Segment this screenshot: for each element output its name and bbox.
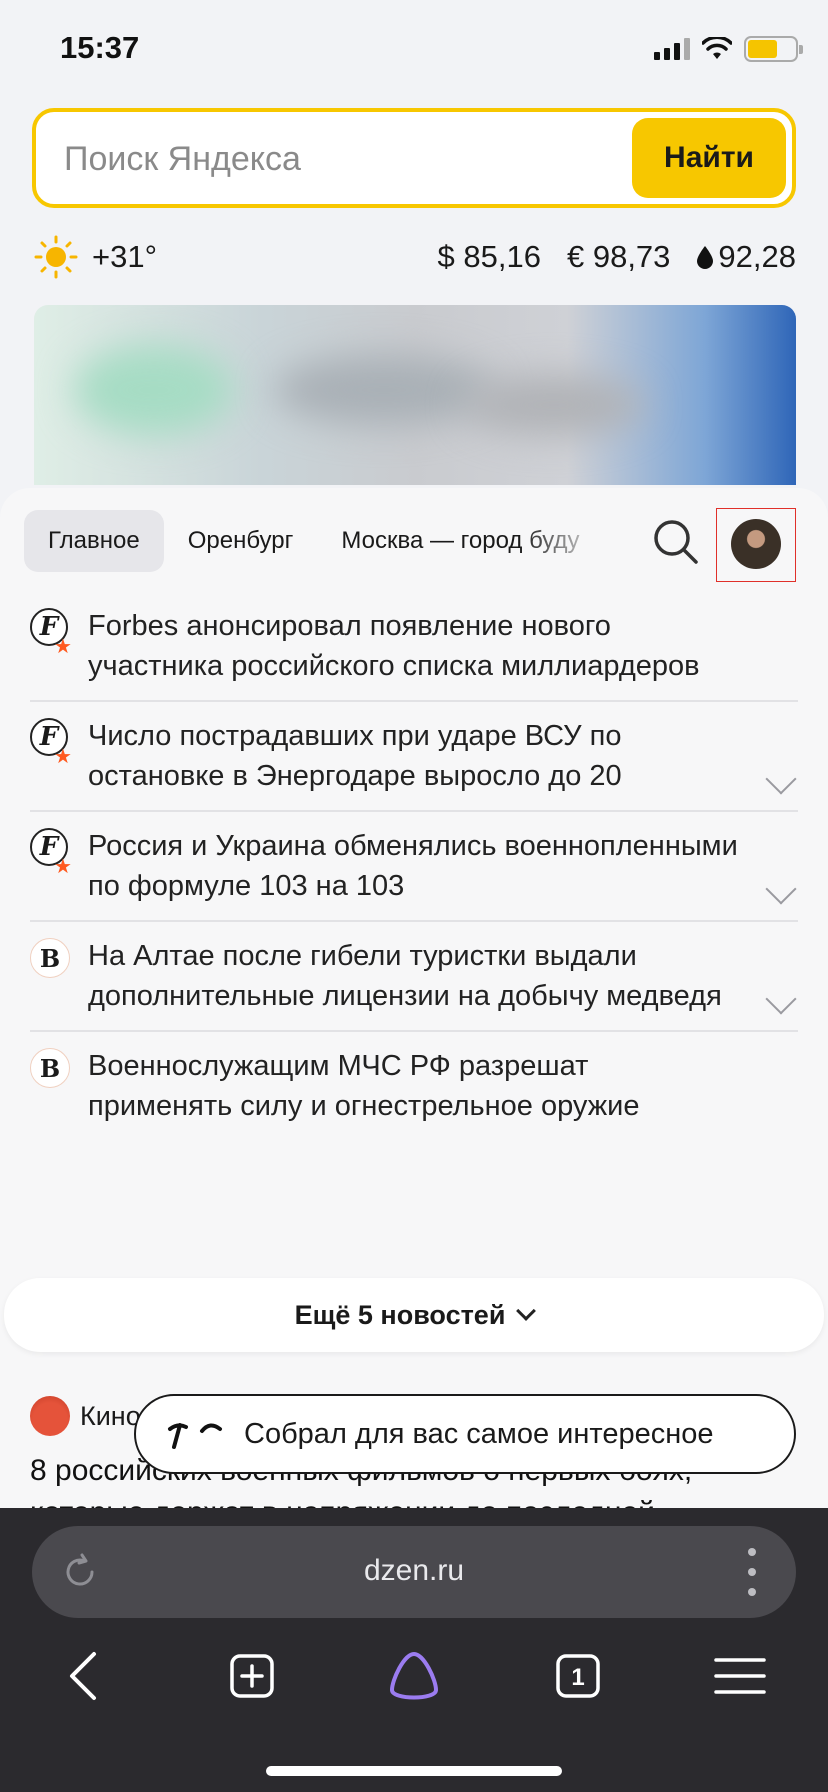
- address-bar[interactable]: dzen.ru: [32, 1526, 796, 1618]
- info-row: +31° $ 85,16 € 98,73 92,28: [34, 232, 796, 282]
- ad-banner[interactable]: [34, 305, 796, 485]
- news-item[interactable]: B На Алтае после гибели туристки выдали …: [30, 936, 798, 1032]
- more-news-label: Ещё 5 новостей: [294, 1299, 506, 1330]
- search-input[interactable]: Поиск Яндекса: [64, 140, 301, 179]
- search-button[interactable]: Найти: [632, 118, 786, 198]
- eur-rate[interactable]: € 98,73: [567, 239, 670, 275]
- url-text[interactable]: dzen.ru: [32, 1554, 796, 1588]
- status-time: 15:37: [60, 30, 140, 65]
- news-tabs: Главное Оренбург Москва — город буду: [24, 510, 607, 572]
- news-headline[interactable]: Forbes анонсировал появление нового учас…: [88, 606, 798, 700]
- news-headline[interactable]: Военнослужащим МЧС РФ разрешат применять…: [88, 1046, 798, 1140]
- card-source-name: Кино: [80, 1400, 141, 1431]
- oil-drop-icon: [697, 246, 714, 269]
- search-bar: Поиск Яндекса Найти: [32, 108, 796, 208]
- weather-temperature[interactable]: +31°: [92, 239, 157, 275]
- status-icons: [654, 36, 803, 62]
- currency-rates: $ 85,16 € 98,73 92,28: [438, 239, 796, 275]
- news-item[interactable]: F ★ Forbes анонсировал появление нового у…: [30, 606, 798, 702]
- back-icon[interactable]: [54, 1644, 118, 1708]
- tab-orenburg[interactable]: Оренбург: [164, 510, 318, 572]
- wifi-icon: [702, 37, 732, 59]
- forbes-icon: F ★: [30, 608, 72, 658]
- browser-nav: 1: [0, 1644, 828, 1724]
- card-source[interactable]: Кино: [30, 1396, 141, 1436]
- more-news-button[interactable]: Ещё 5 новостей: [4, 1278, 824, 1352]
- status-bar: 15:37: [0, 0, 828, 100]
- home-indicator[interactable]: [266, 1766, 562, 1776]
- forbes-icon: F ★: [30, 828, 72, 878]
- new-tab-icon[interactable]: [220, 1644, 284, 1708]
- avatar: [731, 519, 781, 569]
- news-sheet: Главное Оренбург Москва — город буду F ★ …: [0, 488, 828, 1508]
- alice-icon[interactable]: [382, 1644, 446, 1708]
- kinopoisk-logo-icon: [30, 1396, 70, 1436]
- browser-toolbar: dzen.ru 1: [0, 1508, 828, 1792]
- menu-icon[interactable]: [708, 1644, 772, 1708]
- oil-rate-value: 92,28: [718, 239, 796, 274]
- cellular-signal-icon: [654, 38, 690, 60]
- alice-toast[interactable]: Собрал для вас самое интересное: [134, 1394, 796, 1474]
- news-headline[interactable]: Число пострадавших при ударе ВСУ по оста…: [88, 716, 798, 810]
- news-list: F ★ Forbes анонсировал появление нового у…: [30, 606, 798, 1154]
- news-item[interactable]: F ★ Число пострадавших при ударе ВСУ по о…: [30, 716, 798, 812]
- tabs-count: 1: [571, 1664, 584, 1691]
- news-headline[interactable]: На Алтае после гибели туристки выдали до…: [88, 936, 798, 1030]
- battery-icon: [744, 36, 803, 62]
- oil-rate[interactable]: 92,28: [696, 239, 796, 275]
- usd-rate[interactable]: $ 85,16: [438, 239, 541, 275]
- alice-face-icon: [168, 1423, 222, 1449]
- profile-button[interactable]: [716, 508, 796, 582]
- tabs-icon[interactable]: 1: [546, 1644, 610, 1708]
- more-vertical-icon[interactable]: [748, 1548, 756, 1596]
- search-icon[interactable]: [652, 518, 700, 566]
- forbes-icon: F ★: [30, 718, 72, 768]
- b-icon: B: [30, 938, 70, 978]
- tab-moscow[interactable]: Москва — город буду: [317, 510, 607, 572]
- b-icon: B: [30, 1048, 70, 1088]
- tab-main[interactable]: Главное: [24, 510, 164, 572]
- news-headline[interactable]: Россия и Украина обменялись военнопленны…: [88, 826, 798, 920]
- sun-icon[interactable]: [34, 235, 78, 279]
- news-item[interactable]: B Военнослужащим МЧС РФ разрешат применя…: [30, 1046, 798, 1140]
- news-item[interactable]: F ★ Россия и Украина обменялись военнопле…: [30, 826, 798, 922]
- chevron-down-icon: [516, 1301, 537, 1321]
- toast-text: Собрал для вас самое интересное: [244, 1417, 714, 1450]
